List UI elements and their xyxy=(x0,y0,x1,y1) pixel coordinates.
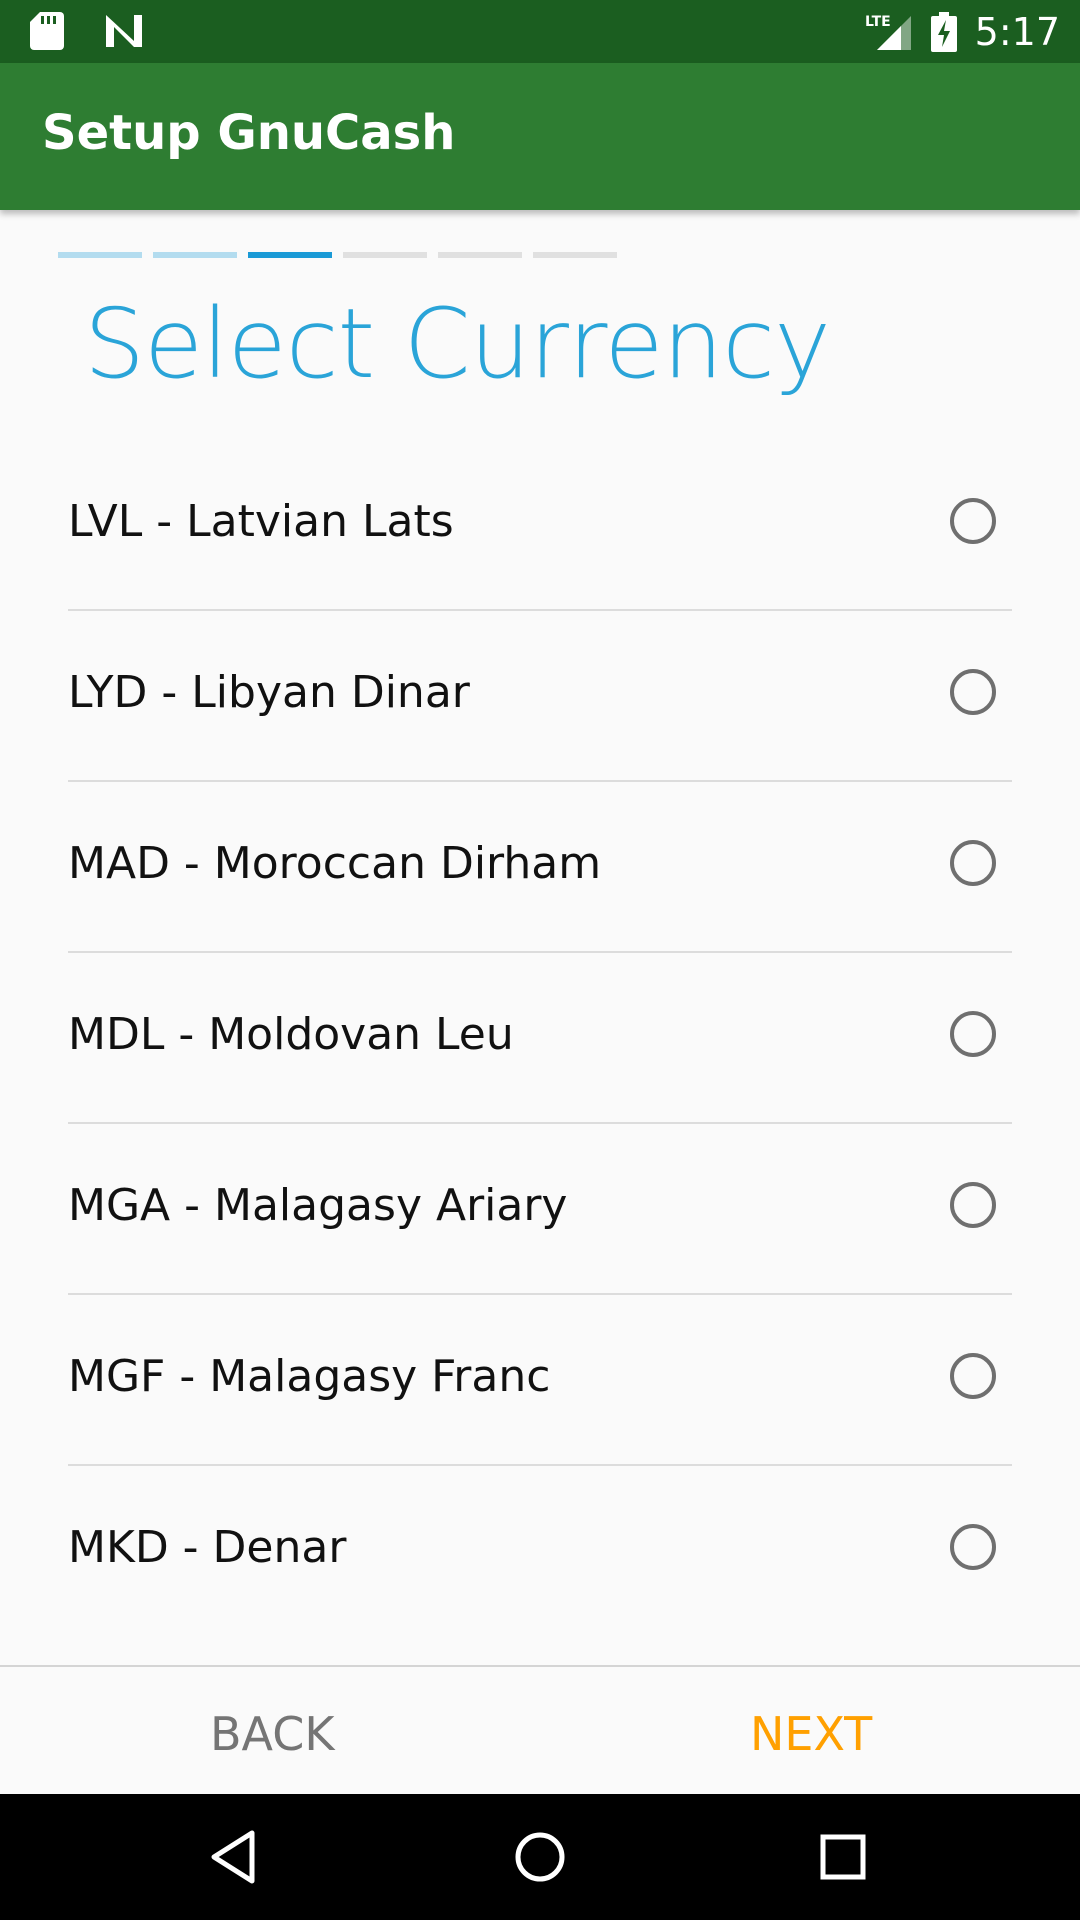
radio-button[interactable] xyxy=(950,840,996,886)
radio-button[interactable] xyxy=(950,498,996,544)
currency-label: MKD - Denar xyxy=(68,1522,347,1573)
currency-item-mgf[interactable]: MGF - Malagasy Franc xyxy=(68,1295,1012,1466)
currency-label: MGA - Malagasy Ariary xyxy=(68,1180,568,1231)
n-notification-icon xyxy=(106,15,142,47)
currency-label: MAD - Moroccan Dirham xyxy=(68,838,602,889)
wizard-step-current xyxy=(248,252,332,258)
currency-list: LVL - Latvian Lats LYD - Libyan Dinar MA… xyxy=(0,440,1080,1637)
currency-label: MDL - Moldovan Leu xyxy=(68,1009,514,1060)
status-bar: LTE 5:17 xyxy=(0,0,1080,63)
currency-label: LYD - Libyan Dinar xyxy=(68,667,470,718)
radio-button[interactable] xyxy=(950,1524,996,1570)
back-icon[interactable] xyxy=(200,1821,272,1893)
wizard-step xyxy=(58,252,142,258)
radio-button[interactable] xyxy=(950,1182,996,1228)
radio-button[interactable] xyxy=(950,1353,996,1399)
status-time: 5:17 xyxy=(974,9,1060,54)
next-button[interactable]: NEXT xyxy=(750,1707,872,1761)
wizard-step xyxy=(343,252,427,258)
back-button[interactable]: BACK xyxy=(210,1707,335,1761)
currency-item-lyd[interactable]: LYD - Libyan Dinar xyxy=(68,611,1012,782)
battery-charging-icon xyxy=(930,11,957,52)
home-icon[interactable] xyxy=(504,1821,576,1893)
app-title: Setup GnuCash xyxy=(42,105,456,161)
system-nav-bar xyxy=(0,1794,1080,1920)
radio-button[interactable] xyxy=(950,1011,996,1057)
sd-card-icon xyxy=(30,12,64,50)
wizard-progress xyxy=(58,252,617,258)
currency-item-mdl[interactable]: MDL - Moldovan Leu xyxy=(68,953,1012,1124)
currency-item-lvl[interactable]: LVL - Latvian Lats xyxy=(68,440,1012,611)
wizard-step xyxy=(438,252,522,258)
currency-label: MGF - Malagasy Franc xyxy=(68,1351,551,1402)
wizard-button-bar: BACK NEXT xyxy=(0,1665,1080,1796)
app-bar: Setup GnuCash xyxy=(0,63,1080,210)
svg-text:LTE: LTE xyxy=(865,14,891,30)
currency-item-mga[interactable]: MGA - Malagasy Ariary xyxy=(68,1124,1012,1295)
recents-icon[interactable] xyxy=(807,1821,879,1893)
page-title: Select Currency xyxy=(84,288,831,400)
radio-button[interactable] xyxy=(950,669,996,715)
wizard-step xyxy=(533,252,617,258)
lte-signal-icon: LTE xyxy=(865,14,911,50)
currency-label: LVL - Latvian Lats xyxy=(68,496,454,547)
currency-item-mkd[interactable]: MKD - Denar xyxy=(68,1466,1012,1637)
currency-item-mad[interactable]: MAD - Moroccan Dirham xyxy=(68,782,1012,953)
wizard-step xyxy=(153,252,237,258)
